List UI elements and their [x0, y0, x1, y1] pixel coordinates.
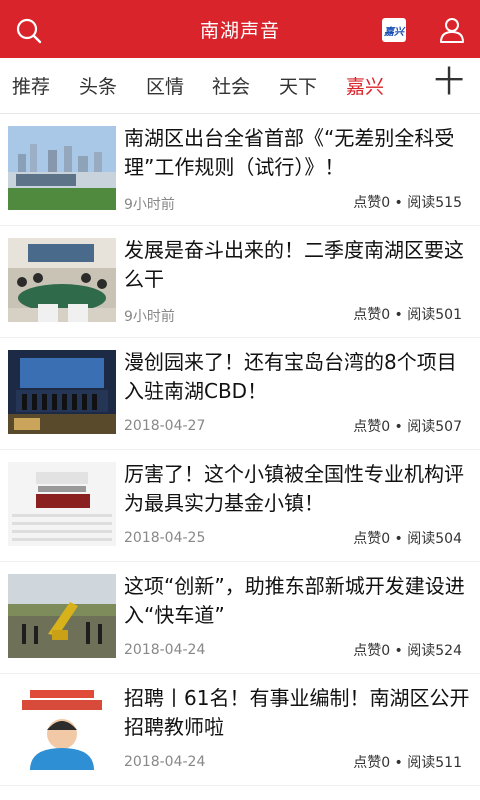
article-stats: 点赞0 • 阅读515 — [353, 195, 462, 211]
page-title: 南湖声音 — [199, 19, 280, 42]
article-thumbnail-recruit — [8, 686, 116, 770]
article-item[interactable]: 发展是奋斗出来的！二季度南湖区要这么干 9小时前 点赞0 • 阅读501 — [0, 226, 480, 338]
tab-jiaxing[interactable]: 嘉兴 — [346, 72, 384, 99]
tab-district[interactable]: 区情 — [146, 72, 184, 99]
tab-recommend[interactable]: 推荐 — [12, 72, 50, 99]
article-thumbnail-city — [8, 126, 116, 210]
city-logo-badge[interactable]: 嘉兴 — [382, 18, 406, 42]
article-item[interactable]: 南湖区出台全省首部《“无差别全科受理”工作规则（试行）》！ 9小时前 点赞0 •… — [0, 114, 480, 226]
tab-headlines[interactable]: 头条 — [79, 72, 117, 99]
article-thumbnail-meeting — [8, 238, 116, 322]
article-time: 9小时前 — [124, 309, 175, 325]
article-thumbnail-construction — [8, 574, 116, 658]
article-stats: 点赞0 • 阅读524 — [353, 643, 462, 659]
article-stats: 点赞0 • 阅读504 — [353, 531, 462, 547]
article-title: 招聘丨61名！有事业编制！南湖区公开招聘教师啦 — [124, 686, 470, 739]
article-title: 南湖区出台全省首部《“无差别全科受理”工作规则（试行）》！ — [124, 126, 455, 179]
article-thumbnail-event — [8, 350, 116, 434]
city-logo-text: 嘉兴 — [384, 26, 404, 38]
article-item[interactable]: 厉害了！这个小镇被全国性专业机构评为最具实力基金小镇！ 2018-04-25 点… — [0, 450, 480, 562]
article-thumbnail-ranking — [8, 462, 116, 546]
article-stats: 点赞0 • 阅读511 — [353, 755, 462, 771]
article-title: 厉害了！这个小镇被全国性专业机构评为最具实力基金小镇！ — [124, 462, 464, 515]
article-title: 漫创园来了！还有宝岛台湾的8个项目入驻南湖CBD！ — [124, 350, 457, 403]
article-item[interactable]: 漫创园来了！还有宝岛台湾的8个项目入驻南湖CBD！ 2018-04-27 点赞0… — [0, 338, 480, 450]
add-tab-button[interactable]: 十 — [434, 68, 464, 98]
article-time: 2018-04-24 — [124, 642, 206, 658]
app-header: 南湖声音 嘉兴 — [0, 0, 480, 58]
article-list: 南湖区出台全省首部《“无差别全科受理”工作规则（试行）》！ 9小时前 点赞0 •… — [0, 114, 480, 786]
tab-society[interactable]: 社会 — [212, 72, 250, 99]
article-item[interactable]: 这项“创新”，助推东部新城开发建设进入“快车道” 2018-04-24 点赞0 … — [0, 562, 480, 674]
category-tabs: 推荐 头条 区情 社会 天下 嘉兴 十 — [0, 58, 480, 114]
user-icon[interactable] — [438, 16, 466, 44]
article-time: 2018-04-25 — [124, 530, 206, 546]
tab-world[interactable]: 天下 — [279, 72, 317, 99]
article-title: 发展是奋斗出来的！二季度南湖区要这么干 — [124, 238, 464, 291]
search-icon[interactable] — [14, 16, 44, 46]
article-time: 9小时前 — [124, 197, 175, 213]
article-stats: 点赞0 • 阅读501 — [353, 307, 462, 323]
article-time: 2018-04-27 — [124, 418, 206, 434]
article-title: 这项“创新”，助推东部新城开发建设进入“快车道” — [124, 574, 465, 627]
article-stats: 点赞0 • 阅读507 — [353, 419, 462, 435]
article-item[interactable]: 招聘丨61名！有事业编制！南湖区公开招聘教师啦 2018-04-24 点赞0 •… — [0, 674, 480, 786]
article-time: 2018-04-24 — [124, 754, 206, 770]
